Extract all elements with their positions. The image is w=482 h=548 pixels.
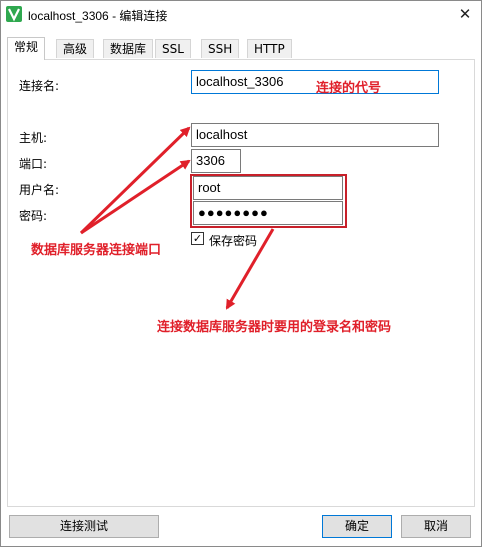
- tab-advanced[interactable]: 高级: [56, 39, 95, 58]
- host-field[interactable]: localhost: [191, 123, 439, 147]
- host-label: 主机:: [19, 131, 48, 145]
- connection-name-field[interactable]: localhost_3306: [191, 70, 439, 94]
- window-title: localhost_3306 - 编辑连接: [28, 9, 168, 23]
- port-annotation: 数据库服务器连接端口: [31, 243, 162, 258]
- port-label: 端口:: [19, 157, 48, 171]
- ok-button[interactable]: 确定: [322, 515, 392, 538]
- tab-databases[interactable]: 数据库: [103, 39, 154, 58]
- tab-bar: 常规 高级 数据库 SSL SSH HTTP: [7, 37, 477, 60]
- connection-name-value: localhost_3306: [196, 74, 284, 89]
- tab-general[interactable]: 常规: [7, 37, 46, 60]
- test-connection-button[interactable]: 连接测试: [9, 515, 159, 538]
- tab-ssh[interactable]: SSH: [201, 39, 240, 58]
- credentials-highlight-box: [190, 174, 347, 228]
- tab-ssl[interactable]: SSL: [155, 39, 191, 58]
- save-password-label: 保存密码: [209, 234, 258, 248]
- password-label: 密码:: [19, 209, 48, 223]
- edit-connection-dialog: localhost_3306 - 编辑连接 ✕ 常规 高级 数据库 SSL SS…: [0, 0, 482, 547]
- checkmark-icon: ✓: [192, 232, 203, 245]
- username-label: 用户名:: [19, 183, 60, 197]
- tab-http[interactable]: HTTP: [247, 39, 292, 58]
- cancel-button[interactable]: 取消: [401, 515, 471, 538]
- save-password-checkbox[interactable]: ✓: [191, 232, 204, 245]
- port-value: 3306: [196, 153, 225, 168]
- host-value: localhost: [196, 127, 248, 142]
- credentials-annotation: 连接数据库服务器时要用的登录名和密码: [157, 320, 392, 335]
- port-field[interactable]: 3306: [191, 149, 241, 173]
- connection-name-label: 连接名:: [19, 79, 60, 93]
- connection-name-annotation: 连接的代号: [316, 81, 382, 96]
- navicat-leaf-icon: [6, 6, 22, 22]
- close-icon: ✕: [458, 5, 472, 23]
- close-button[interactable]: ✕: [455, 4, 475, 24]
- title-bar: localhost_3306 - 编辑连接 ✕: [1, 1, 481, 29]
